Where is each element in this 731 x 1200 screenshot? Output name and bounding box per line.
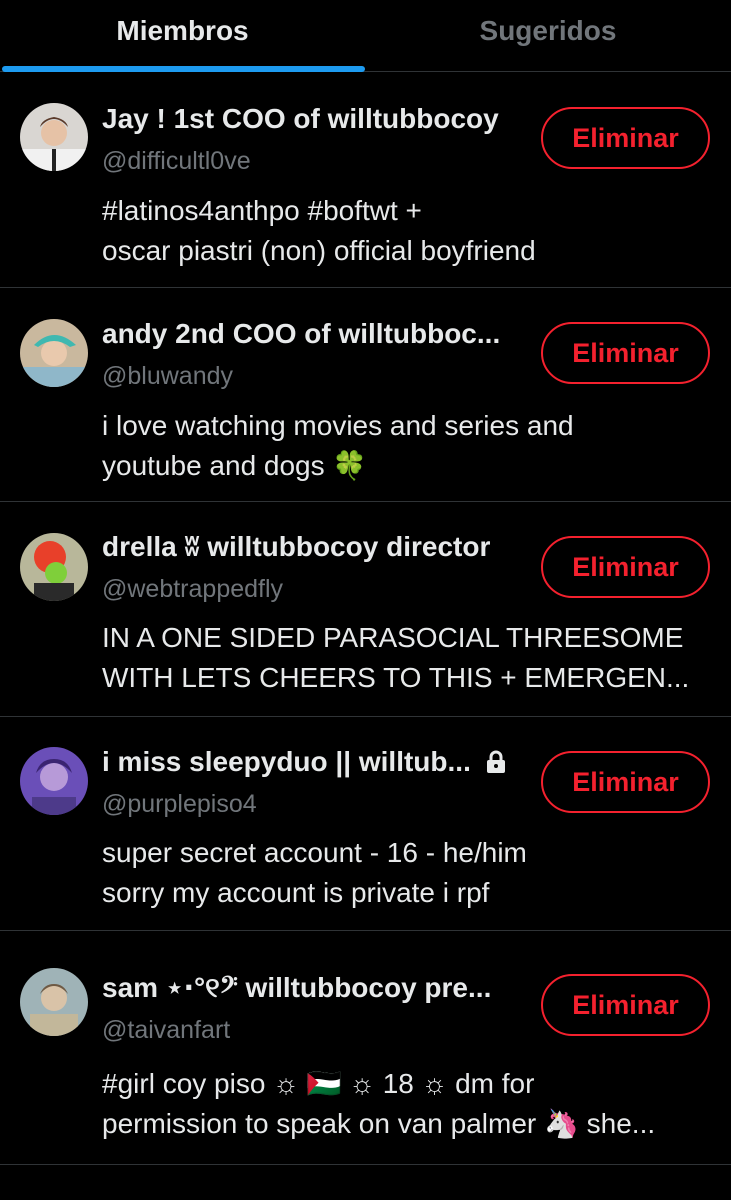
bio-line: WITH LETS CHEERS TO THIS + EMERGEN... — [102, 662, 690, 693]
bio-line: super secret account - 16 - he/him — [102, 837, 527, 868]
tab-suggested[interactable]: Sugeridos — [365, 0, 731, 72]
remove-member-button[interactable]: Eliminar — [541, 751, 710, 813]
member-handle[interactable]: @webtrappedfly — [102, 575, 283, 604]
member-name-line: Jay ! 1st COO of willtubbocoy — [102, 102, 499, 136]
member-bio: #latinos4anthpo #boftwt + oscar piastri … — [102, 191, 722, 271]
lock-icon — [485, 750, 507, 774]
member-handle[interactable]: @bluwandy — [102, 362, 233, 391]
member-name-line: andy 2nd COO of willtubboc... — [102, 317, 500, 351]
bio-line: IN A ONE SIDED PARASOCIAL THREESOME — [102, 622, 684, 653]
remove-member-button[interactable]: Eliminar — [541, 974, 710, 1036]
bio-line: youtube and dogs 🍀 — [102, 450, 368, 481]
member-name: andy 2nd COO of willtubboc... — [102, 318, 501, 349]
member-bio: super secret account - 16 - he/him sorry… — [102, 833, 722, 913]
member-bio: i love watching movies and series and yo… — [102, 406, 722, 486]
bio-line: #latinos4anthpo #boftwt + — [102, 195, 422, 226]
remove-member-button[interactable]: Eliminar — [541, 536, 710, 598]
avatar[interactable] — [20, 533, 88, 601]
tab-bar: Miembros Sugeridos — [0, 0, 731, 72]
member-row[interactable]: i miss sleepyduo || willtub... @purplepi… — [0, 717, 731, 931]
avatar[interactable] — [20, 103, 88, 171]
remove-member-button[interactable]: Eliminar — [541, 322, 710, 384]
avatar[interactable] — [20, 747, 88, 815]
member-name: sam ⋆⋅°୧𝄢 willtubbocoy pre... — [102, 972, 492, 1003]
member-name-line: i miss sleepyduo || willtub... — [102, 745, 507, 779]
bio-line: i love watching movies and series and — [102, 410, 574, 441]
avatar[interactable] — [20, 319, 88, 387]
member-name: Jay ! 1st COO of willtubbocoy — [102, 103, 499, 134]
member-handle[interactable]: @purplepiso4 — [102, 790, 257, 819]
member-handle[interactable]: @difficultl0ve — [102, 147, 251, 176]
member-row[interactable]: andy 2nd COO of willtubboc... @bluwandy … — [0, 288, 731, 502]
member-bio: #girl coy piso ☼ 🇵🇸 ☼ 18 ☼ dm for permis… — [102, 1064, 722, 1144]
bio-line: permission to speak on van palmer 🦄 she.… — [102, 1108, 656, 1139]
tab-members[interactable]: Miembros — [0, 0, 365, 72]
bio-line: sorry my account is private i rpf — [102, 877, 490, 908]
member-name: drella ʬ willtubbocoy director — [102, 531, 491, 562]
avatar[interactable] — [20, 968, 88, 1036]
bio-line: oscar piastri (non) official boyfriend — [102, 235, 536, 266]
active-tab-indicator — [2, 66, 365, 72]
remove-member-button[interactable]: Eliminar — [541, 107, 710, 169]
member-name-line: sam ⋆⋅°୧𝄢 willtubbocoy pre... — [102, 971, 491, 1005]
member-bio: IN A ONE SIDED PARASOCIAL THREESOME WITH… — [102, 618, 722, 698]
member-name-line: drella ʬ willtubbocoy director — [102, 530, 490, 564]
member-row[interactable]: sam ⋆⋅°୧𝄢 willtubbocoy pre... @taivanfar… — [0, 931, 731, 1165]
member-handle[interactable]: @taivanfart — [102, 1016, 230, 1045]
member-row[interactable]: drella ʬ willtubbocoy director @webtrapp… — [0, 502, 731, 717]
bio-line: #girl coy piso ☼ 🇵🇸 ☼ 18 ☼ dm for — [102, 1068, 535, 1099]
member-row[interactable]: Jay ! 1st COO of willtubbocoy @difficult… — [0, 73, 731, 288]
member-name: i miss sleepyduo || willtub... — [102, 746, 471, 777]
